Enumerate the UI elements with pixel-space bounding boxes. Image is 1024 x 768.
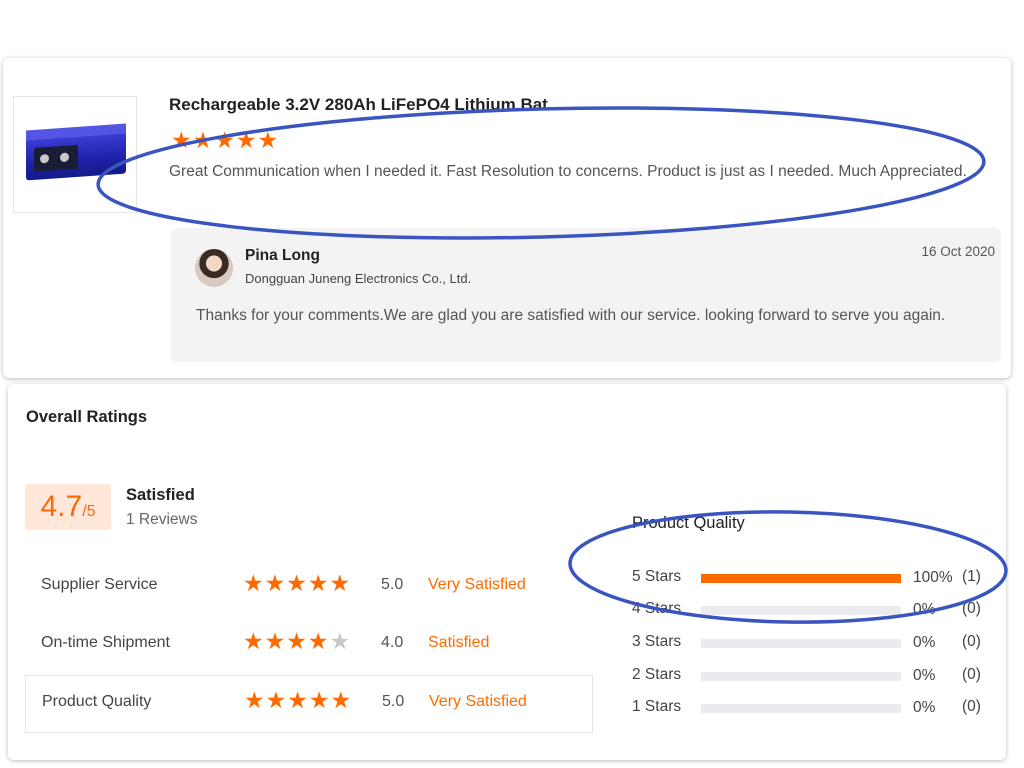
histogram-percent: 0% <box>913 667 936 684</box>
star-icon: ★ <box>287 688 308 714</box>
review-text: Great Communication when I needed it. Fa… <box>169 163 967 180</box>
review-card: Rechargeable 3.2V 280Ah LiFePO4 Lithium … <box>3 58 1011 378</box>
star-icon: ★ <box>307 571 329 597</box>
seller-reply: Pina Long Dongguan Juneng Electronics Co… <box>171 228 1001 362</box>
histogram-track <box>701 574 901 583</box>
rating-row-text: Very Satisfied <box>428 576 526 593</box>
product-thumbnail[interactable] <box>13 96 137 213</box>
overall-ratings-title: Overall Ratings <box>26 408 148 426</box>
score-value: 4.7 <box>40 490 83 523</box>
star-icon: ★ <box>265 688 287 714</box>
histogram-label: 5 Stars <box>632 568 682 585</box>
seller-company[interactable]: Dongguan Juneng Electronics Co., Ltd. <box>245 271 471 286</box>
star-icon: ★ <box>235 128 257 154</box>
star-icon: ★ <box>243 629 264 655</box>
rating-row-on-time-shipment[interactable]: On-time Shipment ★★★★★ 4.0 Satisfied <box>25 617 591 673</box>
score-badge: 4.7/5 <box>25 484 111 530</box>
review-star-rating: ★★★★★ <box>171 130 279 153</box>
histogram-label: 2 Stars <box>632 666 682 683</box>
star-icon: ★ <box>171 128 192 154</box>
rating-row-product-quality[interactable]: Product Quality ★★★★★ 5.0 Very Satisfied <box>25 675 593 733</box>
overall-ratings-card: Overall Ratings 4.7/5 Satisfied 1 Review… <box>8 384 1006 760</box>
battery-image <box>26 123 126 181</box>
histogram-row-1-stars: 1 Stars 0% (0) <box>632 698 992 718</box>
rating-row-stars: ★★★★★ <box>243 631 351 654</box>
histogram-label: 1 Stars <box>632 698 682 715</box>
histogram-count: (0) <box>962 633 981 650</box>
rating-row-score: 5.0 <box>381 576 404 593</box>
histogram-row-3-stars: 3 Stars 0% (0) <box>632 633 992 653</box>
histogram-track <box>701 704 901 713</box>
rating-row-score: 5.0 <box>382 693 405 710</box>
histogram-track <box>701 639 901 648</box>
seller-name: Pina Long <box>245 247 320 264</box>
histogram-percent: 0% <box>913 634 936 651</box>
rating-row-stars: ★★★★★ <box>243 573 351 596</box>
rating-row-text: Satisfied <box>428 634 490 651</box>
rating-row-stars: ★★★★★ <box>244 690 352 713</box>
histogram-percent: 0% <box>913 601 936 618</box>
star-icon: ★ <box>329 629 351 655</box>
histogram-label: 3 Stars <box>632 633 682 650</box>
histogram-label: 4 Stars <box>632 600 682 617</box>
histogram-percent: 0% <box>913 699 936 716</box>
histogram-fill <box>701 574 901 583</box>
rating-row-score: 4.0 <box>381 634 404 651</box>
product-title-link[interactable]: Rechargeable 3.2V 280Ah LiFePO4 Lithium … <box>169 95 562 115</box>
histogram-count: (0) <box>962 666 981 683</box>
histogram-row-4-stars: 4 Stars 0% (0) <box>632 600 992 620</box>
score-suffix: /5 <box>82 503 96 520</box>
histogram-row-5-stars: 5 Stars 100% (1) <box>632 568 992 588</box>
star-icon: ★ <box>286 571 307 597</box>
satisfaction-label: Satisfied <box>126 486 195 504</box>
product-quality-title: Product Quality <box>632 514 745 532</box>
histogram-count: (1) <box>962 568 981 585</box>
histogram-count: (0) <box>962 600 981 617</box>
histogram-percent: 100% <box>913 569 953 586</box>
star-icon: ★ <box>264 629 286 655</box>
rating-row-label: Product Quality <box>42 693 152 710</box>
seller-avatar <box>195 249 233 287</box>
rating-row-text: Very Satisfied <box>429 693 527 710</box>
histogram-track <box>701 606 901 615</box>
histogram-track <box>701 672 901 681</box>
rating-row-supplier-service[interactable]: Supplier Service ★★★★★ 5.0 Very Satisfie… <box>25 559 591 615</box>
star-icon: ★ <box>192 128 214 154</box>
star-icon: ★ <box>264 571 286 597</box>
star-icon: ★ <box>214 128 235 154</box>
star-icon: ★ <box>308 688 330 714</box>
star-icon: ★ <box>329 571 351 597</box>
histogram-count: (0) <box>962 698 981 715</box>
reviews-count: 1 Reviews <box>126 511 198 528</box>
star-icon: ★ <box>330 688 352 714</box>
star-icon: ★ <box>243 571 264 597</box>
reply-date: 16 Oct 2020 <box>921 244 995 259</box>
star-icon: ★ <box>244 688 265 714</box>
histogram-row-2-stars: 2 Stars 0% (0) <box>632 666 992 686</box>
rating-row-label: On-time Shipment <box>41 634 170 651</box>
star-icon: ★ <box>257 128 279 154</box>
reply-text: Thanks for your comments.We are glad you… <box>196 307 946 324</box>
star-icon: ★ <box>307 629 329 655</box>
star-icon: ★ <box>286 629 307 655</box>
rating-row-label: Supplier Service <box>41 576 158 593</box>
